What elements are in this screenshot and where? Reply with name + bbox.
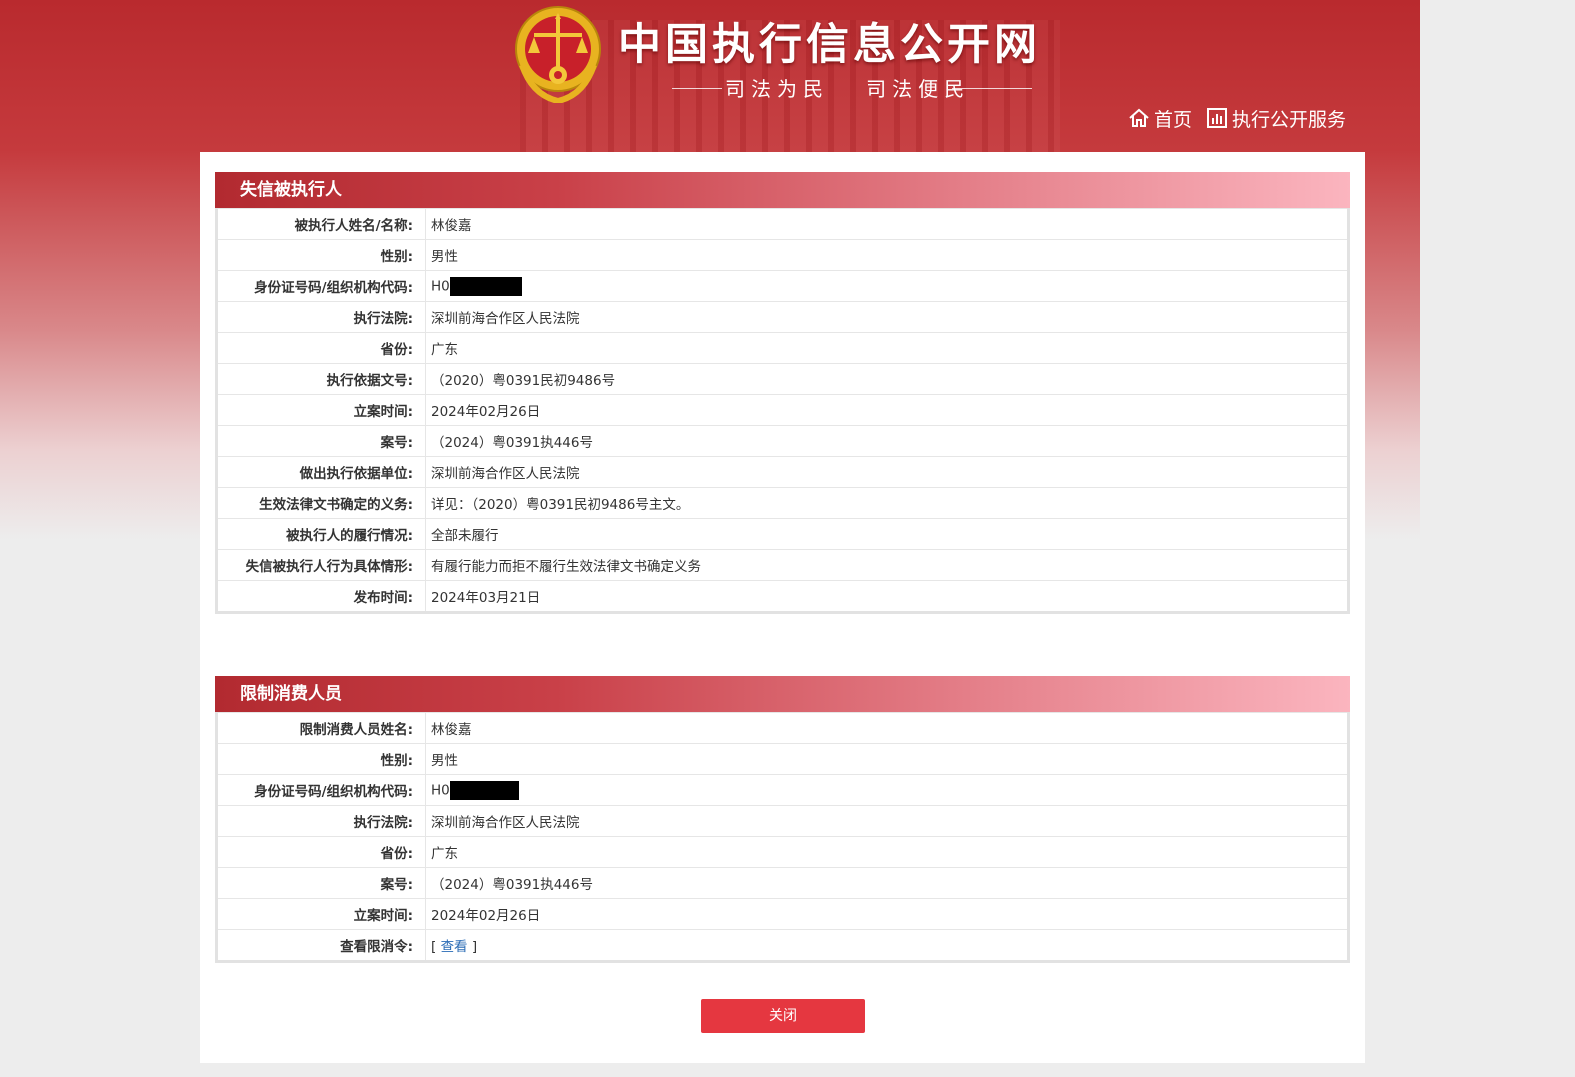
- field-label: 省份:: [216, 332, 426, 364]
- nav-home-label: 首页: [1154, 108, 1193, 131]
- site-slogan: 司法为民 司法便民: [725, 77, 971, 101]
- table-row: 发布时间: 2024年03月21日: [216, 580, 1349, 613]
- field-value: 林俊嘉: [425, 208, 1349, 240]
- bracket-close: ]: [467, 939, 478, 955]
- id-value-cell: H0: [425, 270, 1349, 302]
- table-row: 省份: 广东: [216, 836, 1349, 868]
- field-value: （2024）粤0391执446号: [425, 867, 1349, 899]
- table-row: 执行依据文号: （2020）粤0391民初9486号: [216, 363, 1349, 395]
- home-icon: [1129, 108, 1149, 127]
- field-value: 男性: [425, 743, 1349, 775]
- field-value: 深圳前海合作区人民法院: [425, 301, 1349, 333]
- table-row: 立案时间: 2024年02月26日: [216, 394, 1349, 426]
- field-value: 2024年02月26日: [425, 898, 1349, 930]
- section-title: 限制消费人员: [215, 676, 1350, 712]
- bracket-open: [: [431, 939, 441, 955]
- field-label: 案号:: [216, 867, 426, 899]
- table-row: 立案时间: 2024年02月26日: [216, 898, 1349, 930]
- field-value: （2024）粤0391执446号: [425, 425, 1349, 457]
- field-label: 身份证号码/组织机构代码:: [216, 774, 426, 806]
- table-row: 性别: 男性: [216, 743, 1349, 775]
- field-label: 被执行人姓名/名称:: [216, 208, 426, 240]
- field-label: 执行法院:: [216, 301, 426, 333]
- field-label: 立案时间:: [216, 394, 426, 426]
- field-value: 林俊嘉: [425, 712, 1349, 744]
- view-restriction-order-link[interactable]: 查看: [441, 939, 468, 955]
- field-value: 2024年02月26日: [425, 394, 1349, 426]
- dishonest-section: 失信被执行人 被执行人姓名/名称: 林俊嘉 性别: 男性 身份证号码/组织机构代码:…: [215, 172, 1350, 614]
- site-header: 中国执行信息公开网 司法为民 司法便民 首页 执行公开服务: [0, 0, 1420, 152]
- field-label: 执行依据文号:: [216, 363, 426, 395]
- field-label: 失信被执行人行为具体情形:: [216, 549, 426, 581]
- field-value: 男性: [425, 239, 1349, 271]
- chart-icon: [1207, 108, 1228, 128]
- court-emblem-icon: [515, 6, 601, 103]
- field-value: H0: [431, 782, 450, 798]
- nav-home[interactable]: 首页: [1128, 105, 1192, 132]
- field-label: 被执行人的履行情况:: [216, 518, 426, 550]
- nav-execution-services[interactable]: 执行公开服务: [1206, 105, 1346, 132]
- table-row: 身份证号码/组织机构代码: H0: [216, 774, 1349, 806]
- table-row: 身份证号码/组织机构代码: H0: [216, 270, 1349, 302]
- table-row: 查看限消令:[ 查看 ]: [216, 929, 1349, 962]
- field-value: 2024年03月21日: [425, 580, 1349, 613]
- table-row: 执行法院: 深圳前海合作区人民法院: [216, 301, 1349, 333]
- field-label: 限制消费人员姓名:: [216, 712, 426, 744]
- section-title: 失信被执行人: [215, 172, 1350, 208]
- table-row: 省份: 广东: [216, 332, 1349, 364]
- field-value: （2020）粤0391民初9486号: [425, 363, 1349, 395]
- field-label: 身份证号码/组织机构代码:: [216, 270, 426, 302]
- field-value: 详见：（2020）粤0391民初9486号主文。: [425, 487, 1349, 519]
- table-row: 案号: （2024）粤0391执446号: [216, 867, 1349, 899]
- field-label: 发布时间:: [216, 580, 426, 613]
- field-label: 立案时间:: [216, 898, 426, 930]
- field-label: 生效法律文书确定的义务:: [216, 487, 426, 519]
- field-label: 省份:: [216, 836, 426, 868]
- table-row: 做出执行依据单位: 深圳前海合作区人民法院: [216, 456, 1349, 488]
- field-label: 查看限消令:: [216, 929, 426, 962]
- field-label: 性别:: [216, 743, 426, 775]
- right-margin: [1420, 0, 1575, 1077]
- close-button[interactable]: 关闭: [701, 999, 865, 1033]
- table-row: 被执行人姓名/名称: 林俊嘉: [216, 208, 1349, 240]
- table-row: 生效法律文书确定的义务: 详见：（2020）粤0391民初9486号主文。: [216, 487, 1349, 519]
- dishonest-table: 被执行人姓名/名称: 林俊嘉 性别: 男性 身份证号码/组织机构代码: H0 执行法院…: [215, 208, 1350, 614]
- field-value: H0: [431, 278, 450, 294]
- view-order-cell: [ 查看 ]: [425, 929, 1349, 962]
- restricted-section: 限制消费人员 限制消费人员姓名: 林俊嘉 性别: 男性 身份证号码/组织机构代码: H…: [215, 676, 1350, 963]
- field-value: 广东: [425, 836, 1349, 868]
- field-label: 做出执行依据单位:: [216, 456, 426, 488]
- slogan-divider-left: [672, 88, 722, 89]
- table-row: 被执行人的履行情况: 全部未履行: [216, 518, 1349, 550]
- field-value: 深圳前海合作区人民法院: [425, 805, 1349, 837]
- site-title: 中国执行信息公开网: [618, 20, 1041, 70]
- redaction-bar: [449, 276, 522, 296]
- field-label: 案号:: [216, 425, 426, 457]
- table-row: 失信被执行人行为具体情形: 有履行能力而拒不履行生效法律文书确定义务: [216, 549, 1349, 581]
- field-label: 执行法院:: [216, 805, 426, 837]
- restricted-table: 限制消费人员姓名: 林俊嘉 性别: 男性 身份证号码/组织机构代码: H0 执行法院:…: [215, 712, 1350, 963]
- field-value: 全部未履行: [425, 518, 1349, 550]
- table-row: 执行法院: 深圳前海合作区人民法院: [216, 805, 1349, 837]
- top-nav: 首页 执行公开服务: [1128, 104, 1360, 132]
- nav-execution-services-label: 执行公开服务: [1232, 108, 1347, 131]
- table-row: 案号: （2024）粤0391执446号: [216, 425, 1349, 457]
- field-value: 广东: [425, 332, 1349, 364]
- id-value-cell: H0: [425, 774, 1349, 806]
- field-value: 深圳前海合作区人民法院: [425, 456, 1349, 488]
- field-label: 性别:: [216, 239, 426, 271]
- table-row: 限制消费人员姓名: 林俊嘉: [216, 712, 1349, 744]
- redaction-bar: [449, 780, 519, 800]
- field-value: 有履行能力而拒不履行生效法律文书确定义务: [425, 549, 1349, 581]
- table-row: 性别: 男性: [216, 239, 1349, 271]
- slogan-divider-right: [952, 88, 1032, 89]
- detail-panel: 失信被执行人 被执行人姓名/名称: 林俊嘉 性别: 男性 身份证号码/组织机构代码:…: [200, 152, 1365, 1063]
